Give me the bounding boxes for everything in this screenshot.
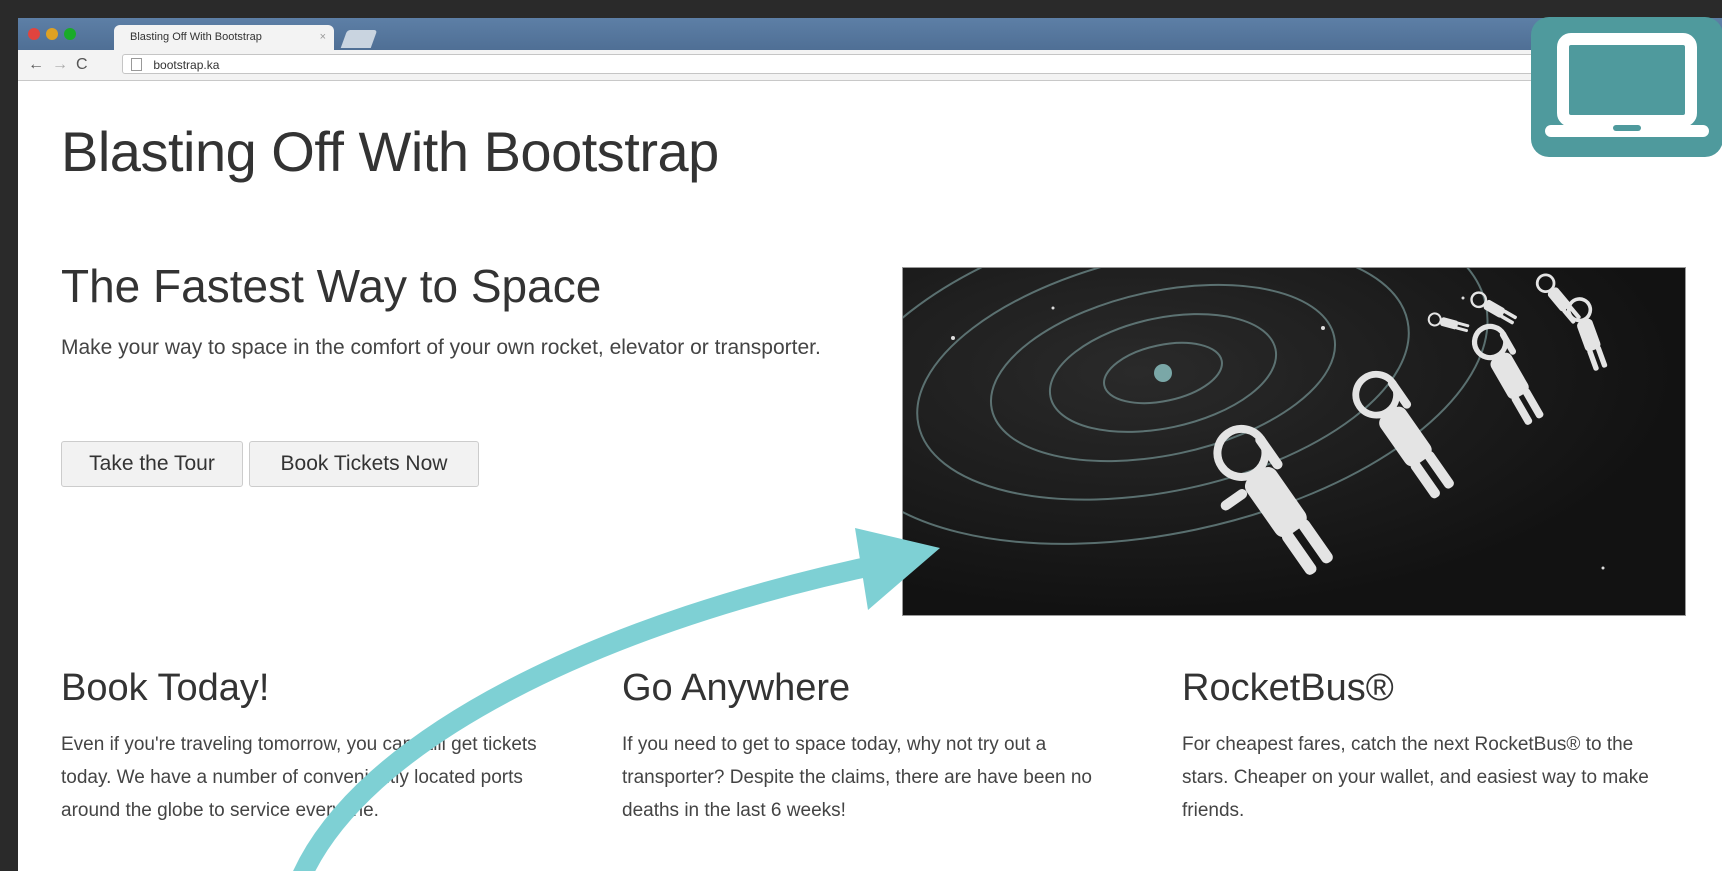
web-page: Blasting Off With Bootstrap The Fastest … xyxy=(18,81,1722,871)
back-button[interactable]: ← xyxy=(28,54,44,76)
orbit-rings xyxy=(903,268,1489,545)
address-bar-url: bootstrap.ka xyxy=(153,58,220,72)
feature-text: For cheapest fares, catch the next Rocke… xyxy=(1182,734,1649,821)
laptop-icon xyxy=(1531,17,1722,157)
feature-book-today: Book Today! Even if you're traveling tom… xyxy=(61,667,581,827)
tab-title: Blasting Off With Bootstrap xyxy=(130,31,262,43)
minimize-window-icon[interactable] xyxy=(46,28,58,40)
page-title: Blasting Off With Bootstrap xyxy=(61,120,719,183)
browser-window: Blasting Off With Bootstrap × ← → C boot… xyxy=(18,18,1722,871)
maximize-window-icon[interactable] xyxy=(64,28,76,40)
feature-go-anywhere: Go Anywhere If you need to get to space … xyxy=(622,667,1122,827)
close-window-icon[interactable] xyxy=(28,28,40,40)
astronaut-figures xyxy=(1213,273,1608,575)
feature-text: If you need to get to space today, why n… xyxy=(622,734,1092,821)
address-bar[interactable]: bootstrap.ka xyxy=(122,54,1682,74)
laptop-icon-graphic xyxy=(1545,33,1709,137)
page-icon xyxy=(131,58,142,71)
tab-bar: Blasting Off With Bootstrap × xyxy=(18,18,1722,50)
take-the-tour-button[interactable]: Take the Tour xyxy=(61,441,243,487)
book-tickets-now-button[interactable]: Book Tickets Now xyxy=(249,441,479,487)
reload-button[interactable]: C xyxy=(76,54,88,76)
astronauts-illustration xyxy=(903,268,1608,575)
forward-button[interactable]: → xyxy=(52,54,68,76)
planet-center xyxy=(1154,364,1172,382)
browser-toolbar: ← → C bootstrap.ka xyxy=(18,50,1722,81)
tab-close-icon[interactable]: × xyxy=(320,25,326,50)
hero-text: Make your way to space in the comfort of… xyxy=(61,336,821,359)
feature-heading: Go Anywhere xyxy=(622,667,851,709)
hero-heading: The Fastest Way to Space xyxy=(61,260,602,312)
astronauts-hero-image xyxy=(902,267,1686,616)
browser-tab[interactable]: Blasting Off With Bootstrap × xyxy=(114,25,334,50)
feature-rocketbus: RocketBus® For cheapest fares, catch the… xyxy=(1182,667,1662,827)
feature-text: Even if you're traveling tomorrow, you c… xyxy=(61,734,537,821)
feature-heading: Book Today! xyxy=(61,667,270,709)
new-tab-button[interactable] xyxy=(340,30,378,48)
feature-heading: RocketBus® xyxy=(1182,667,1394,709)
